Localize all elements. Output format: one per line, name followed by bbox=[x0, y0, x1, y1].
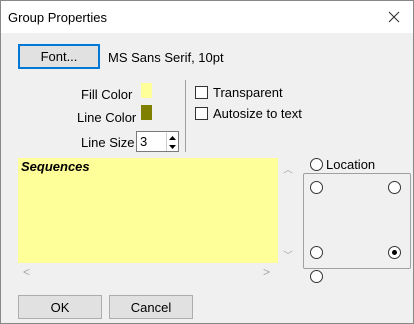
autosize-checkbox[interactable] bbox=[195, 107, 208, 120]
font-description: MS Sans Serif, 10pt bbox=[108, 50, 224, 65]
title-bar: Group Properties bbox=[1, 1, 413, 33]
spin-down-button[interactable] bbox=[166, 142, 177, 151]
location-bottom-left-radio[interactable] bbox=[310, 246, 323, 259]
fill-color-label: Fill Color bbox=[81, 87, 133, 102]
ok-button[interactable]: OK bbox=[18, 295, 102, 319]
autosize-label: Autosize to text bbox=[213, 106, 302, 121]
options-separator bbox=[185, 80, 186, 152]
close-icon bbox=[388, 11, 400, 23]
fill-color-swatch[interactable] bbox=[141, 83, 152, 98]
cancel-button[interactable]: Cancel bbox=[109, 295, 193, 319]
scroll-down-icon[interactable]: ﹀ bbox=[283, 247, 293, 262]
location-label: Location bbox=[326, 157, 376, 172]
location-radio[interactable] bbox=[310, 158, 323, 171]
line-size-label: Line Size bbox=[81, 135, 135, 150]
line-size-value: 3 bbox=[140, 134, 148, 149]
text-area[interactable]: Sequences bbox=[18, 158, 278, 263]
vertical-scrollbar[interactable]: ︿ ﹀ bbox=[279, 158, 296, 263]
location-top-right-radio[interactable] bbox=[388, 181, 401, 194]
scroll-right-icon[interactable]: > bbox=[263, 265, 270, 279]
up-arrow-icon bbox=[168, 135, 176, 140]
scroll-up-icon[interactable]: ︿ bbox=[283, 161, 293, 176]
window-title: Group Properties bbox=[8, 10, 107, 25]
transparent-checkbox[interactable] bbox=[195, 86, 208, 99]
scroll-left-icon[interactable]: < bbox=[23, 265, 30, 279]
line-color-swatch[interactable] bbox=[141, 105, 152, 120]
down-arrow-icon bbox=[168, 144, 176, 149]
location-below-radio[interactable] bbox=[310, 270, 323, 283]
horizontal-scrollbar[interactable]: < > bbox=[18, 263, 279, 280]
group-properties-dialog: Group Properties Font... MS Sans Serif, … bbox=[0, 0, 414, 324]
transparent-label: Transparent bbox=[213, 85, 283, 100]
spin-up-button[interactable] bbox=[166, 133, 177, 142]
close-button[interactable] bbox=[381, 5, 407, 29]
location-top-left-radio[interactable] bbox=[310, 181, 323, 194]
location-bottom-right-radio[interactable] bbox=[388, 246, 401, 259]
line-color-label: Line Color bbox=[77, 110, 137, 125]
text-area-content: Sequences bbox=[21, 159, 90, 174]
font-button[interactable]: Font... bbox=[18, 44, 100, 69]
line-size-spinner[interactable]: 3 bbox=[136, 131, 179, 152]
